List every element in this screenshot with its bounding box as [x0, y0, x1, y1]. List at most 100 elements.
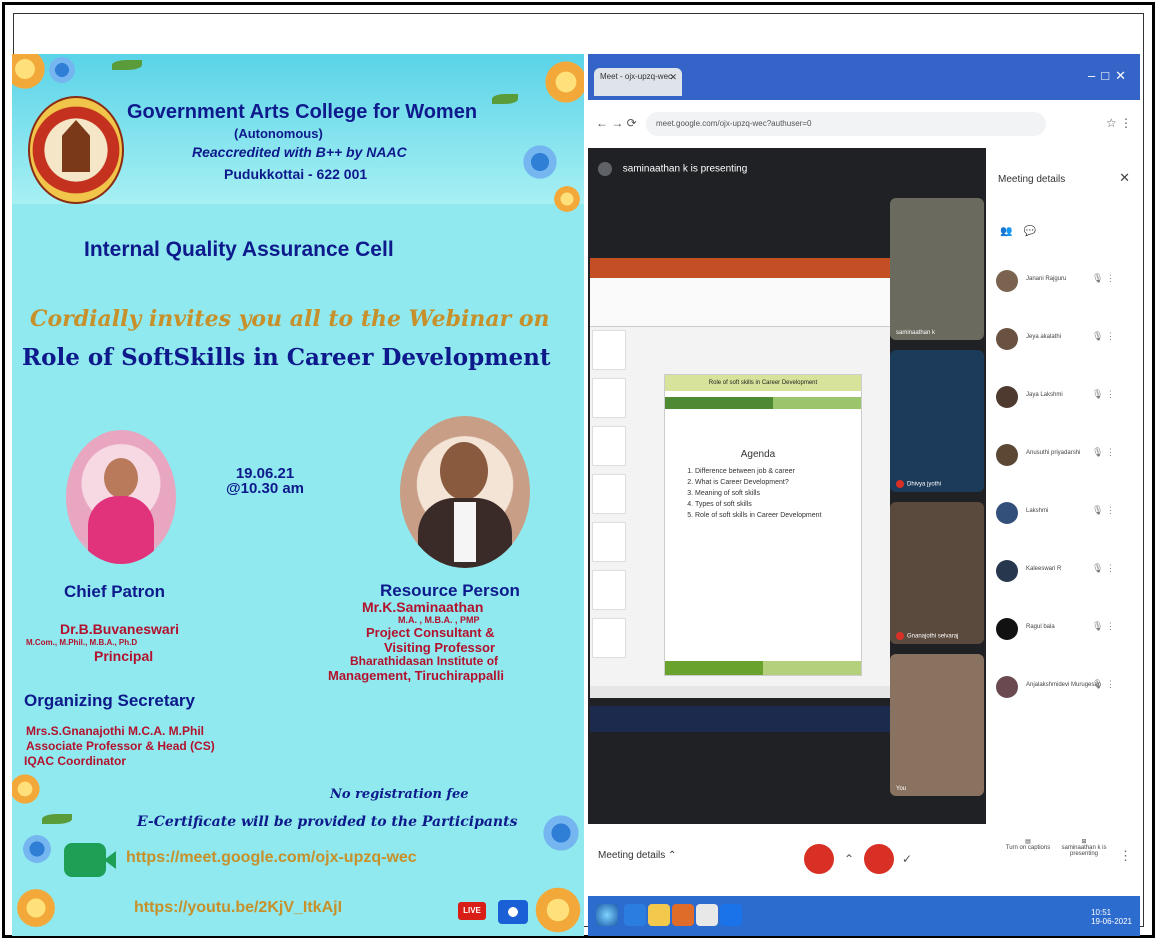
- youtube-link[interactable]: https://youtu.be/2KjV_ItkAjI: [134, 899, 342, 917]
- ie-icon[interactable]: [624, 904, 646, 926]
- chrome-icon[interactable]: [696, 904, 718, 926]
- folder-icon[interactable]: [648, 904, 670, 926]
- participant-tile-name: You: [896, 786, 907, 792]
- start-icon[interactable]: [596, 904, 618, 926]
- more-icon[interactable]: 🎙 ⋮: [1092, 389, 1115, 400]
- more-icon[interactable]: 🎙 ⋮: [1092, 621, 1115, 632]
- list-item[interactable]: Kaleeswari R 🎙 ⋮: [996, 548, 1136, 606]
- webinar-time: @10.30 am: [226, 480, 305, 497]
- participant-name: Kaleeswari R: [1026, 566, 1062, 572]
- participant-tile[interactable]: Gnanajothi selvaraj: [890, 502, 984, 644]
- flower-decoration: [552, 184, 582, 214]
- meeting-details-button[interactable]: Meeting details ⌃: [598, 850, 676, 861]
- agenda-item: Role of soft skills in Career Developmen…: [695, 510, 833, 521]
- leaf-decoration: [492, 94, 518, 104]
- nav-arrows-icon[interactable]: ← → ⟳: [596, 116, 637, 130]
- browser-menu-icon[interactable]: ☆ ⋮: [1106, 116, 1132, 130]
- participant-tile[interactable]: You: [890, 654, 984, 796]
- participant-name: Anusuthi priyadarshi: [1026, 450, 1081, 456]
- agenda-item: Types of soft skills: [695, 499, 833, 510]
- list-item[interactable]: Lakshmi 🎙 ⋮: [996, 490, 1136, 548]
- captions-button[interactable]: ▤ Turn on captions: [1000, 838, 1056, 851]
- participant-tile[interactable]: saminaathan k: [890, 198, 984, 340]
- participant-name: Jaya Lakshmi: [1026, 392, 1063, 398]
- list-item[interactable]: Anusuthi priyadarshi 🎙 ⋮: [996, 432, 1136, 490]
- ppt-title-bar: [590, 258, 890, 278]
- close-tab-icon[interactable]: ✕: [669, 72, 677, 83]
- slide-band: [665, 397, 861, 409]
- webinar-poster: Government Arts College for Women (Auton…: [12, 54, 584, 936]
- avatar: [996, 328, 1018, 350]
- current-slide: Role of soft skills in Career Developmen…: [664, 374, 862, 676]
- flower-decoration: [542, 58, 584, 106]
- more-icon[interactable]: 🎙 ⋮: [1092, 273, 1115, 284]
- chief-patron-role: Principal: [94, 648, 154, 664]
- mic-off-icon: [896, 480, 904, 488]
- more-icon[interactable]: 🎙 ⋮: [1092, 447, 1115, 458]
- list-item[interactable]: Anjalakshmidevi Murugesan 🎙 ⋮: [996, 664, 1136, 722]
- participant-tile-name: saminaathan k: [896, 330, 936, 336]
- window-controls[interactable]: –□✕: [1088, 68, 1132, 84]
- agenda-heading: Agenda: [740, 449, 776, 460]
- invitation-line: Cordially invites you all to the Webinar…: [30, 306, 550, 332]
- camera-off-button[interactable]: [864, 844, 894, 874]
- more-icon[interactable]: 🎙 ⋮: [1092, 563, 1115, 574]
- more-options-icon[interactable]: ⋮: [1119, 848, 1132, 864]
- participant-tile-name: Dhivya jyothi: [907, 481, 942, 488]
- url-field[interactable]: meet.google.com/ojx-upzq-wec?authuser=0: [646, 112, 1046, 136]
- college-name: Government Arts College for Women: [127, 101, 478, 123]
- close-icon[interactable]: ✕: [1119, 170, 1130, 186]
- list-item[interactable]: Jaya Lakshmi 🎙 ⋮: [996, 374, 1136, 432]
- avatar: [996, 270, 1018, 292]
- browser-tab[interactable]: Meet - ojx-upzq-wec ✕: [594, 68, 682, 96]
- leave-call-button[interactable]: ✓: [894, 846, 920, 872]
- system-clock: 10:51 19-06-2021: [1091, 908, 1132, 926]
- agenda-item: What is Career Development?: [695, 477, 833, 488]
- media-icon[interactable]: [672, 904, 694, 926]
- participant-tiles: saminaathan k Dhivya jyothi Gnanajothi s…: [888, 198, 986, 818]
- participant-list: Janani Rajguru 🎙 ⋮ Jeya akalathi 🎙 ⋮ Jaya …: [996, 258, 1136, 722]
- ppt-ribbon: [590, 278, 890, 327]
- slide-footer-band: [665, 661, 861, 675]
- avatar: [996, 618, 1018, 640]
- flower-decoration: [532, 884, 584, 936]
- organizing-secretary-role: Associate Professor & Head (CS): [26, 739, 215, 753]
- presenting-banner: saminaathan k is presenting: [598, 162, 747, 176]
- app-icon[interactable]: [720, 904, 742, 926]
- slide-agenda: Agenda Difference between job & career W…: [683, 449, 833, 579]
- leaf-decoration: [42, 814, 72, 824]
- participant-tile-label: Gnanajothi selvaraj: [896, 632, 958, 640]
- slide-title: Role of soft skills in Career Developmen…: [665, 375, 861, 391]
- avatar: [996, 502, 1018, 524]
- mic-off-button[interactable]: [804, 844, 834, 874]
- present-button[interactable]: ⊞ saminaathan k is presenting: [1054, 838, 1114, 857]
- agenda-item: Difference between job & career: [695, 466, 833, 477]
- avatar: [996, 560, 1018, 582]
- more-icon[interactable]: 🎙 ⋮: [1092, 679, 1115, 690]
- tab-title: Meet - ojx-upzq-wec: [600, 72, 673, 81]
- google-meet-icon: [64, 843, 116, 877]
- avatar: [996, 676, 1018, 698]
- chief-patron-heading: Chief Patron: [64, 582, 166, 601]
- present-label: saminaathan k is presenting: [1061, 845, 1107, 857]
- hand-icon[interactable]: ⌃: [836, 846, 862, 872]
- meet-screenshot: Meet - ojx-upzq-wec ✕ –□✕ ← → ⟳ meet.goo…: [588, 54, 1140, 936]
- meet-bottom-bar: Meeting details ⌃ ⌃ ✓ ▤ Turn on captions …: [588, 824, 1140, 896]
- more-icon[interactable]: 🎙 ⋮: [1092, 505, 1115, 516]
- people-panel: Meeting details ✕ 👥 💬 Janani Rajguru 🎙 ⋮ …: [986, 148, 1140, 824]
- meet-link[interactable]: https://meet.google.com/ojx-upzq-wec: [126, 849, 417, 867]
- flower-decoration: [22, 834, 52, 864]
- participant-tile[interactable]: Dhivya jyothi: [890, 350, 984, 492]
- chief-patron-name: Dr.B.Buvaneswari: [60, 621, 180, 637]
- avatar: [996, 386, 1018, 408]
- college-autonomous: (Autonomous): [234, 126, 323, 141]
- panel-tabs[interactable]: 👥 💬: [1000, 226, 1130, 246]
- resource-person-institution1: Bharathidasan Institute of: [350, 654, 499, 668]
- more-icon[interactable]: 🎙 ⋮: [1092, 331, 1115, 342]
- list-item[interactable]: Janani Rajguru 🎙 ⋮: [996, 258, 1136, 316]
- resource-person-heading: Resource Person: [380, 581, 520, 600]
- resource-person-degrees: M.A. , M.B.A. , PMP: [398, 615, 480, 625]
- presenter-taskbar: [590, 706, 890, 732]
- list-item[interactable]: Jeya akalathi 🎙 ⋮: [996, 316, 1136, 374]
- list-item[interactable]: Ragul bala 🎙 ⋮: [996, 606, 1136, 664]
